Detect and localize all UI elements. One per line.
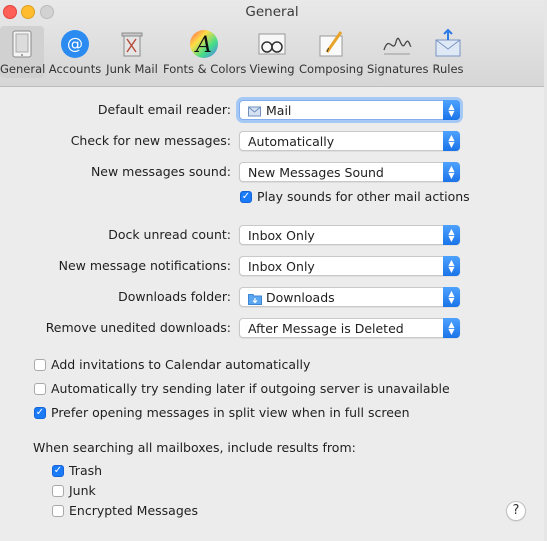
popup-arrows-icon: ▲ ▼ [443, 100, 460, 120]
at-sign-icon: @ [59, 28, 91, 60]
check-messages-row: Check for new messages: Automatically ▲ ▼ [0, 131, 544, 151]
svg-text:A: A [194, 33, 212, 58]
tab-label: Rules [432, 62, 464, 76]
tab-label: Accounts [48, 62, 102, 76]
tab-viewing[interactable]: Viewing [249, 26, 295, 76]
tab-junk-mail[interactable]: Junk Mail [105, 26, 159, 76]
downloads-folder-popup[interactable]: Downloads ▲ ▼ [239, 287, 460, 307]
check-messages-label: Check for new messages: [70, 133, 231, 148]
send-later-label: Automatically try sending later if outgo… [51, 381, 450, 396]
glasses-icon [256, 28, 288, 60]
notifications-row: New message notifications: Inbox Only ▲ ▼ [0, 256, 544, 276]
pencil-paper-icon [315, 28, 347, 60]
split-view-label: Prefer opening messages in split view wh… [51, 405, 410, 420]
preferences-toolbar: General @ Accounts Junk Mail A Fonts & C… [0, 26, 544, 86]
calendar-checkbox[interactable] [34, 359, 46, 371]
search-junk-checkbox[interactable] [52, 485, 64, 497]
tab-signatures[interactable]: Signatures [367, 26, 429, 76]
downloads-folder-value: Downloads [266, 290, 335, 305]
dock-count-popup[interactable]: Inbox Only ▲ ▼ [239, 225, 460, 245]
signature-icon [381, 28, 413, 60]
new-sound-label: New messages sound: [90, 164, 231, 179]
popup-arrows-icon: ▲ ▼ [443, 318, 460, 338]
title-bar: General General @ Accounts Junk Mail A F… [0, 0, 544, 87]
preferences-window: General General @ Accounts Junk Mail A F… [0, 0, 545, 541]
default-reader-value: Mail [266, 103, 292, 118]
remove-downloads-value: After Message is Deleted [248, 321, 404, 336]
tab-label: Fonts & Colors [163, 62, 247, 76]
popup-arrows-icon: ▲ ▼ [443, 225, 460, 245]
split-view-checkbox[interactable]: ✓ [34, 407, 46, 419]
general-icon [6, 28, 38, 60]
notifications-value: Inbox Only [248, 259, 315, 274]
rules-envelope-icon [432, 28, 464, 60]
mail-app-icon [248, 104, 261, 117]
remove-downloads-popup[interactable]: After Message is Deleted ▲ ▼ [239, 318, 460, 338]
dock-count-row: Dock unread count: Inbox Only ▲ ▼ [0, 225, 544, 245]
svg-text:@: @ [67, 34, 83, 53]
trash-bin-icon [116, 28, 148, 60]
fonts-colors-icon: A [188, 28, 220, 60]
search-encrypted-checkbox[interactable] [52, 505, 64, 517]
dock-count-label: Dock unread count: [108, 227, 231, 242]
tab-fonts-colors[interactable]: A Fonts & Colors [163, 26, 247, 76]
downloads-folder-label: Downloads folder: [118, 289, 231, 304]
notifications-label: New message notifications: [58, 258, 231, 273]
window-title: General [245, 4, 299, 20]
play-sounds-checkbox[interactable]: ✓ [240, 191, 252, 203]
remove-downloads-label: Remove unedited downloads: [45, 320, 231, 335]
dock-count-value: Inbox Only [248, 228, 315, 243]
search-trash-checkbox[interactable]: ✓ [52, 465, 64, 477]
notifications-popup[interactable]: Inbox Only ▲ ▼ [239, 256, 460, 276]
new-sound-value: New Messages Sound [248, 165, 384, 180]
popup-arrows-icon: ▲ ▼ [443, 256, 460, 276]
remove-downloads-row: Remove unedited downloads: After Message… [0, 318, 544, 338]
tab-general[interactable]: General [0, 26, 46, 78]
tab-label: Junk Mail [106, 62, 158, 76]
new-sound-popup[interactable]: New Messages Sound ▲ ▼ [239, 162, 460, 182]
search-trash-label: Trash [69, 463, 103, 478]
tab-label: Composing [299, 62, 364, 76]
default-reader-popup[interactable]: Mail ▲ ▼ [239, 100, 460, 120]
search-encrypted-label: Encrypted Messages [69, 503, 198, 518]
tab-rules[interactable]: Rules [430, 26, 466, 76]
tab-label: Viewing [249, 62, 295, 76]
popup-arrows-icon: ▲ ▼ [443, 287, 460, 307]
popup-arrows-icon: ▲ ▼ [443, 131, 460, 151]
check-messages-popup[interactable]: Automatically ▲ ▼ [239, 131, 460, 151]
send-later-checkbox[interactable] [34, 383, 46, 395]
search-heading: When searching all mailboxes, include re… [33, 440, 356, 455]
downloads-folder-row: Downloads folder: Downloads ▲ ▼ [0, 287, 544, 307]
tab-label: General [0, 62, 46, 76]
check-messages-value: Automatically [248, 134, 335, 149]
tab-composing[interactable]: Composing [299, 26, 363, 76]
tab-accounts[interactable]: @ Accounts [48, 26, 102, 76]
downloads-folder-icon [248, 291, 262, 305]
tab-label: Signatures [367, 62, 429, 76]
default-reader-row: Default email reader: Mail ▲ ▼ [0, 100, 544, 120]
help-button[interactable]: ? [506, 501, 526, 521]
play-sounds-label: Play sounds for other mail actions [257, 189, 470, 204]
popup-arrows-icon: ▲ ▼ [443, 162, 460, 182]
search-junk-label: Junk [69, 483, 96, 498]
calendar-label: Add invitations to Calendar automaticall… [51, 357, 311, 372]
default-reader-label: Default email reader: [97, 102, 231, 117]
new-sound-row: New messages sound: New Messages Sound ▲… [0, 162, 544, 182]
